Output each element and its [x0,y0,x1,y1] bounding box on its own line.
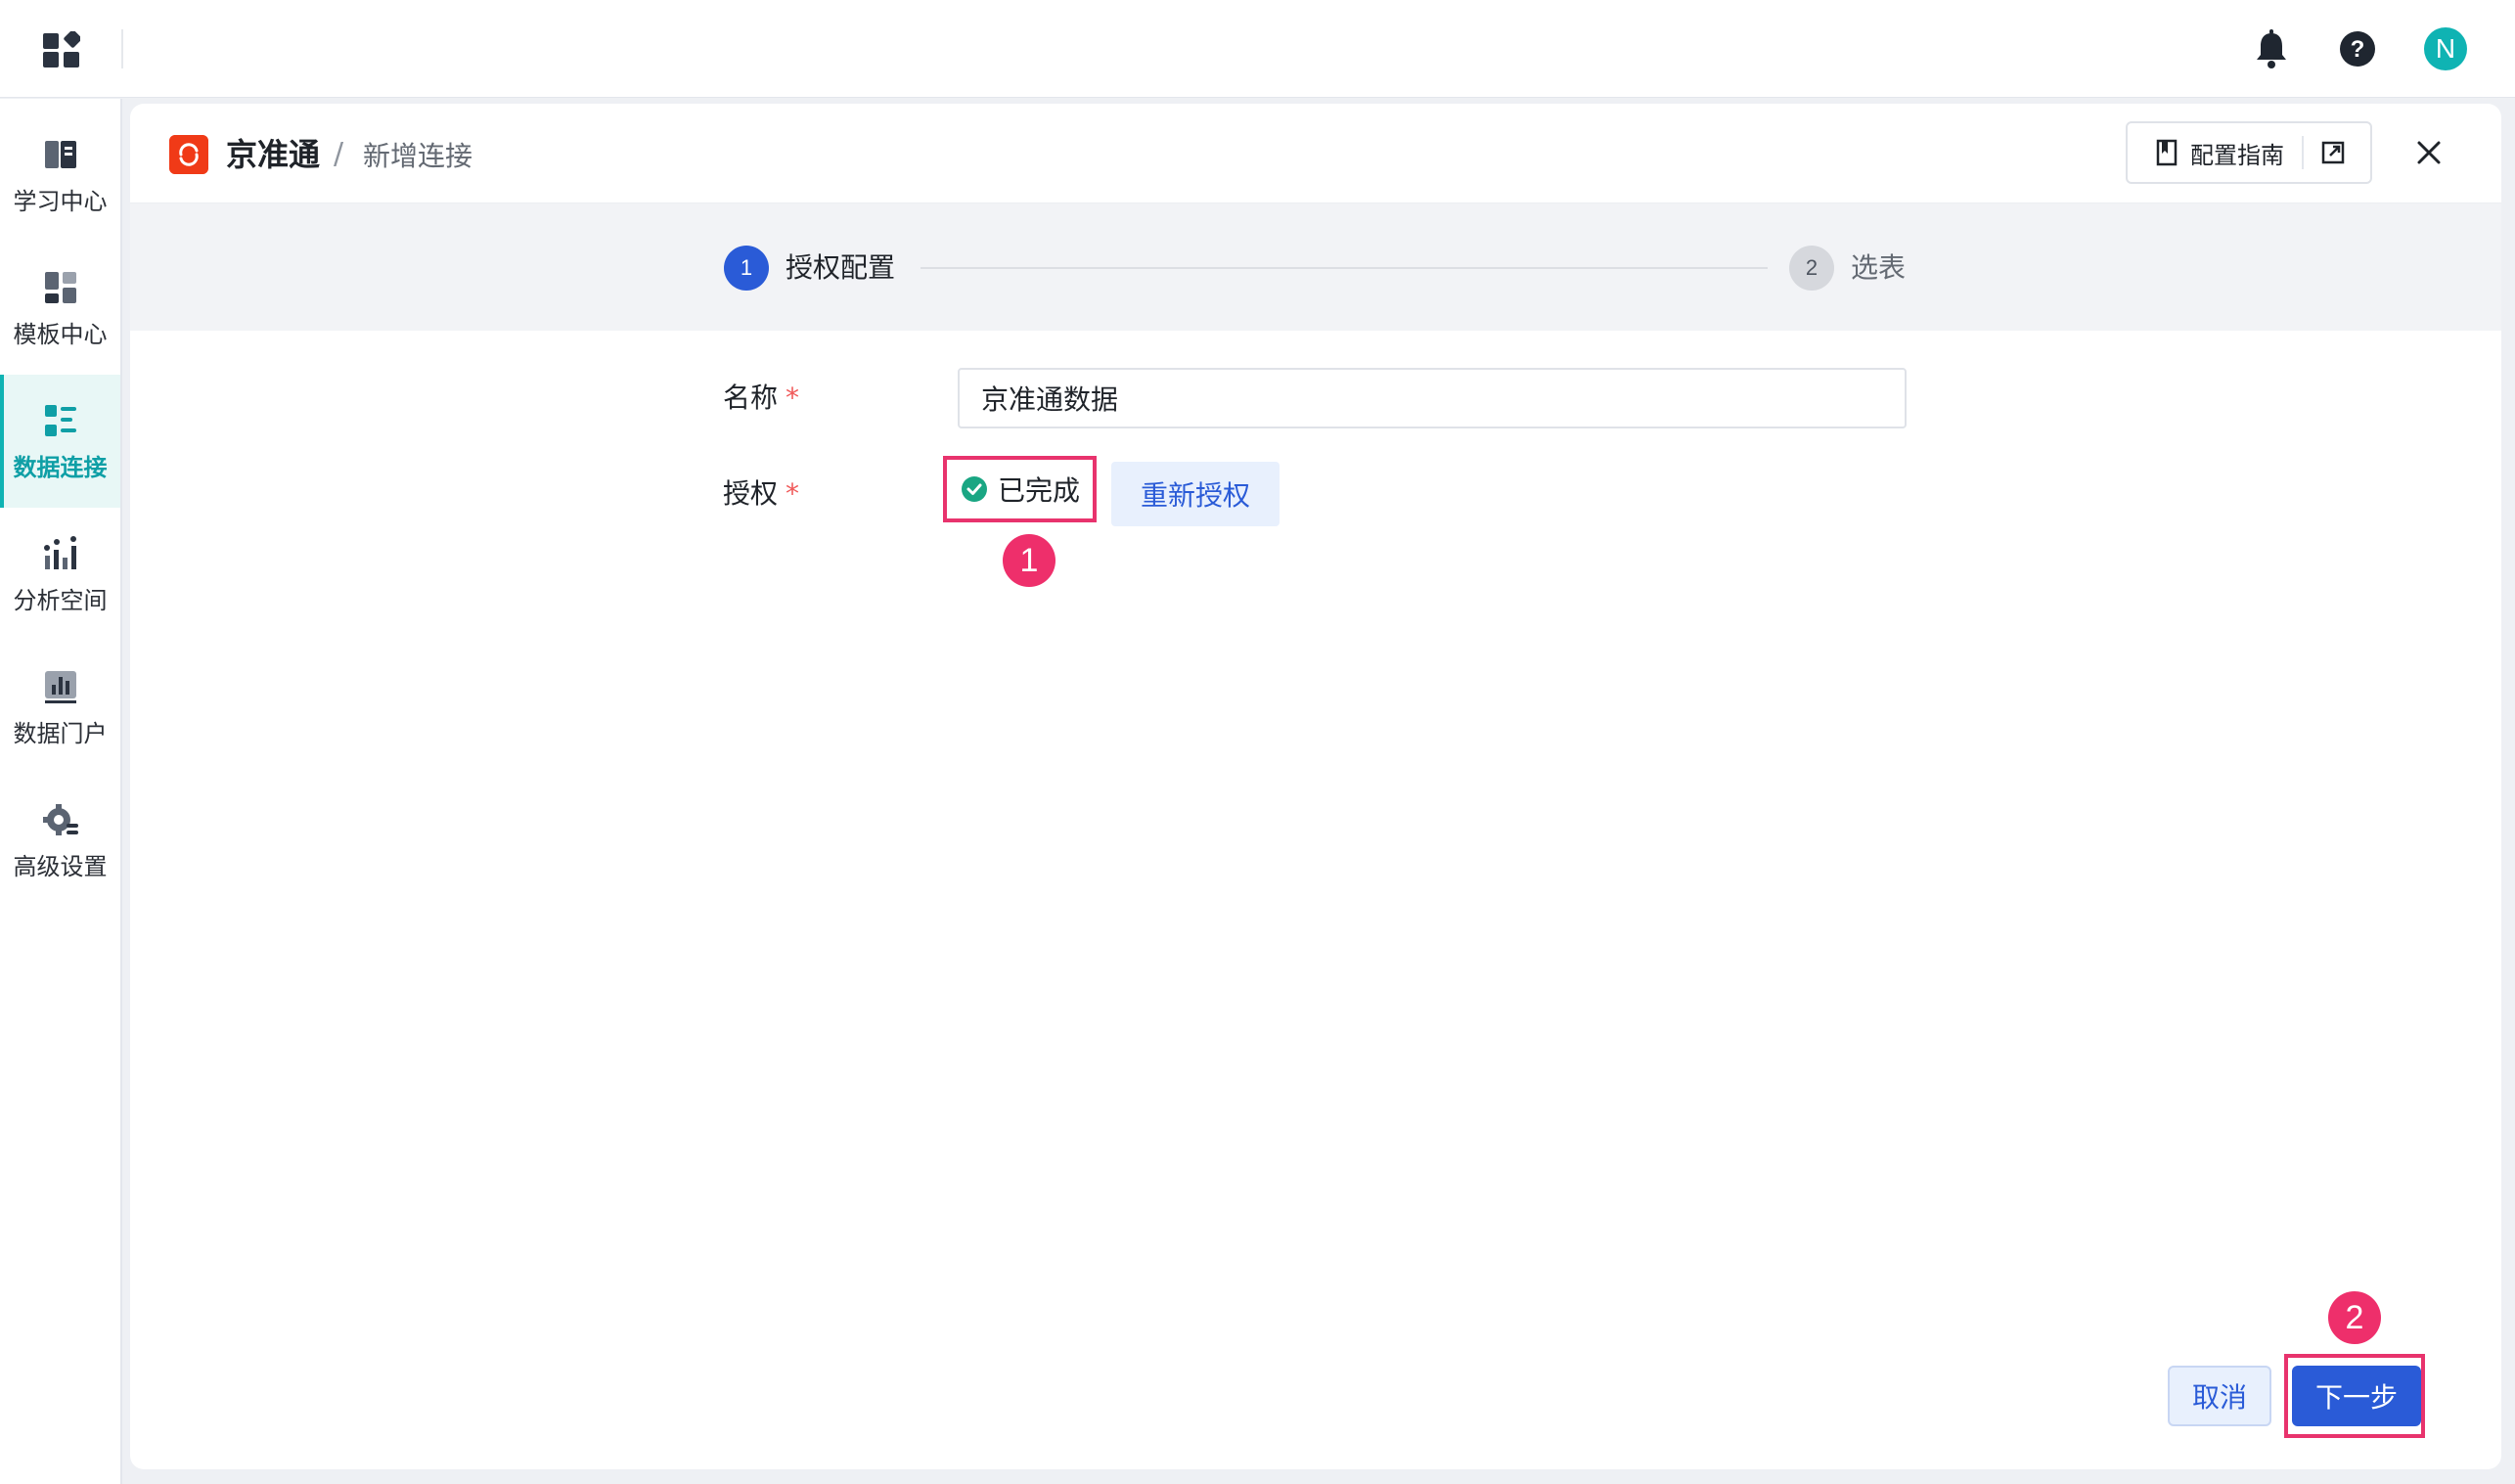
check-circle-icon [962,476,987,502]
top-bar: ? N [0,0,2515,98]
sidebar-item-label: 高级设置 [13,852,108,880]
help-icon[interactable]: ? [2336,25,2379,72]
bell-icon[interactable] [2250,25,2293,72]
step-2-number: 2 [1789,246,1834,291]
annotation-marker-1: 1 [1003,534,1055,587]
document-icon [2156,139,2178,166]
bar-chart-icon [44,670,76,703]
external-link-icon[interactable] [2319,139,2347,166]
sidebar-item-advanced-settings[interactable]: 高级设置 [0,774,120,907]
step-2-label: 选表 [1851,251,1907,284]
user-avatar[interactable]: N [2424,27,2467,70]
new-connection-panel: 京准通 / 新增连接 配置指南 1 授权配置 2 选表 名称 * 京准通数据 授… [130,104,2501,1469]
breadcrumb-separator: / [334,137,344,171]
name-field-label: 名称 * [723,379,799,418]
sidebar-item-label: 分析空间 [13,586,108,614]
sidebar-item-data-connection[interactable]: 数据连接 [0,375,120,508]
step-1-label: 授权配置 [786,251,896,284]
cancel-button[interactable]: 取消 [2168,1366,2271,1426]
book-icon [44,140,76,168]
jingzhuntong-logo [169,135,208,174]
sidebar-item-label: 数据门户 [13,719,108,747]
analysis-icon [43,535,76,569]
required-mark: * [786,382,800,414]
template-icon [44,271,76,303]
auth-status-text: 已完成 [998,474,1081,507]
settings-gear-icon [42,803,78,835]
next-step-button[interactable]: 下一步 [2292,1366,2421,1426]
close-icon[interactable] [2409,133,2448,172]
apps-grid-icon[interactable] [43,31,80,68]
step-1-number: 1 [724,246,769,291]
auth-label-text: 授权 [723,477,779,510]
guide-divider [2302,136,2304,169]
config-guide-label: 配置指南 [2190,141,2284,169]
sidebar-item-label: 数据连接 [13,453,108,481]
auth-field-label: 授权 * [723,474,799,514]
panel-header: 京准通 / 新增连接 配置指南 [130,104,2501,203]
config-guide-button[interactable]: 配置指南 [2126,121,2372,184]
sidebar-item-learning-center[interactable]: 学习中心 [0,109,120,242]
breadcrumb-brand: 京准通 [226,136,321,173]
auth-status-badge: 已完成 [943,456,1097,522]
sidebar-item-template-center[interactable]: 模板中心 [0,242,120,375]
required-mark: * [786,477,800,510]
sidebar-item-data-portal[interactable]: 数据门户 [0,641,120,774]
sidebar-item-analysis-space[interactable]: 分析空间 [0,508,120,641]
data-connection-icon [44,404,76,436]
steps-bar: 1 授权配置 2 选表 [130,203,2501,331]
annotation-marker-2: 2 [2328,1291,2381,1344]
sidebar: 学习中心 模板中心 数据连接 分析空间 数据门户 高级设置 [0,99,122,1484]
reauthorize-button[interactable]: 重新授权 [1111,462,1280,526]
sidebar-item-label: 模板中心 [13,320,108,348]
name-label-text: 名称 [723,382,779,414]
topbar-divider [121,29,123,68]
sidebar-item-label: 学习中心 [13,187,108,215]
svg-text:?: ? [2351,36,2365,63]
name-input[interactable] [958,368,1907,428]
step-connector [921,267,1768,269]
breadcrumb-current: 新增连接 [363,140,473,172]
